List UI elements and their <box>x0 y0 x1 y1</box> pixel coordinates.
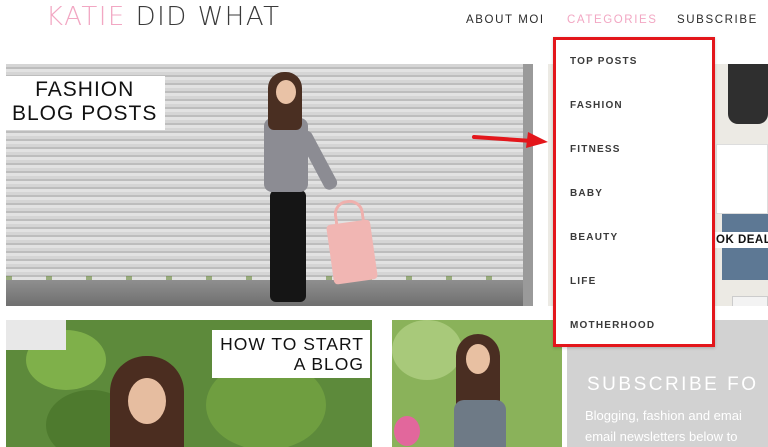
categories-dropdown: TOP POSTS FASHION FITNESS BABY BEAUTY LI… <box>553 37 715 347</box>
woman-face <box>466 344 490 374</box>
sneakers-image <box>732 296 768 306</box>
category-fitness[interactable]: FITNESS <box>570 144 621 155</box>
black-shirt-image <box>728 64 768 124</box>
woman-shirt <box>454 400 506 447</box>
category-beauty[interactable]: BEAUTY <box>570 232 618 243</box>
blog-card-title-line1: HOW TO START <box>220 334 364 354</box>
category-motherhood[interactable]: MOTHERHOOD <box>570 320 655 331</box>
subscribe-text: Blogging, fashion and emai email newslet… <box>585 406 742 447</box>
umbrella-image <box>6 320 66 350</box>
category-top-posts[interactable]: TOP POSTS <box>570 56 638 67</box>
red-arrow-icon <box>472 132 548 148</box>
lifestyle-photo-card[interactable] <box>392 320 562 447</box>
hero-door-edge <box>523 64 533 306</box>
white-tee-image <box>716 144 768 214</box>
logo-text-katie: KATIE <box>46 2 126 32</box>
woman-face <box>128 378 166 424</box>
nav-subscribe[interactable]: SUBSCRIBE <box>677 14 758 26</box>
blog-card-title: HOW TO START A BLOG <box>212 330 370 379</box>
nav-categories[interactable]: CATEGORIES <box>567 14 658 26</box>
hero-woman-photo <box>256 72 378 306</box>
site-logo[interactable]: KATIE DID WHAT <box>46 2 281 32</box>
nav-about-moi[interactable]: ABOUT MOI <box>466 14 545 26</box>
blog-card-title-line2: A BLOG <box>293 354 364 375</box>
category-baby[interactable]: BABY <box>570 188 603 199</box>
foliage <box>392 320 462 380</box>
logo-text-did-what: DID WHAT <box>135 2 281 32</box>
subscribe-title: SUBSCRIBE FO <box>587 374 759 395</box>
fashion-blog-posts-card[interactable]: FASHION BLOG POSTS <box>6 64 533 306</box>
category-fashion[interactable]: FASHION <box>570 100 623 111</box>
deals-label: OK DEALS <box>712 232 768 248</box>
hero-title: FASHION BLOG POSTS <box>6 76 166 131</box>
subscribe-text-line1: Blogging, fashion and emai <box>585 408 742 423</box>
hero-title-line2: BLOG POSTS <box>12 102 158 126</box>
pink-flowers-image <box>394 416 420 446</box>
how-to-start-a-blog-card[interactable]: HOW TO START A BLOG <box>6 320 372 447</box>
subscribe-text-line2: email newsletters below to <box>585 428 738 444</box>
hero-title-line1: FASHION <box>35 78 135 101</box>
category-life[interactable]: LIFE <box>570 276 596 287</box>
